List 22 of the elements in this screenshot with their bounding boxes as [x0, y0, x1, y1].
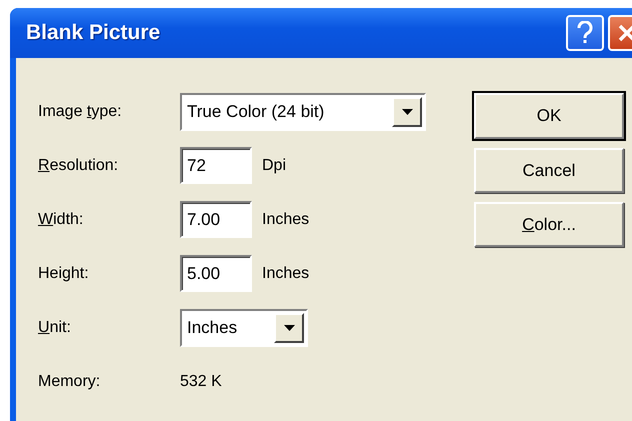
dropdown[interactable]: Inches	[180, 308, 308, 346]
input-field[interactable]: 7.00	[180, 201, 252, 238]
dialog-button[interactable]: Cancel	[474, 148, 624, 193]
unit-label: Inches	[262, 264, 310, 282]
field-label: Unit:	[38, 318, 72, 336]
help-button[interactable]	[566, 15, 604, 51]
unit-label: Dpi	[262, 156, 286, 174]
memory-value: 532 K	[180, 372, 223, 390]
window-title: Blank Picture	[26, 21, 162, 45]
field-label: Image type:	[38, 102, 123, 120]
dialog-button[interactable]: Color...	[474, 202, 624, 247]
close-icon	[617, 23, 632, 43]
field-label: Height:	[38, 264, 90, 282]
input-field[interactable]: 72	[180, 147, 252, 184]
unit-label: Inches	[262, 210, 310, 228]
field-label: Width:	[38, 210, 84, 228]
dropdown[interactable]: True Color (24 bit)	[180, 92, 426, 130]
dialog-button[interactable]: OK	[474, 93, 624, 139]
field-label: Resolution:	[38, 156, 120, 174]
input-field[interactable]: 5.00	[180, 255, 252, 292]
field-label: Memory:	[38, 372, 102, 390]
question-mark-icon	[577, 21, 593, 45]
